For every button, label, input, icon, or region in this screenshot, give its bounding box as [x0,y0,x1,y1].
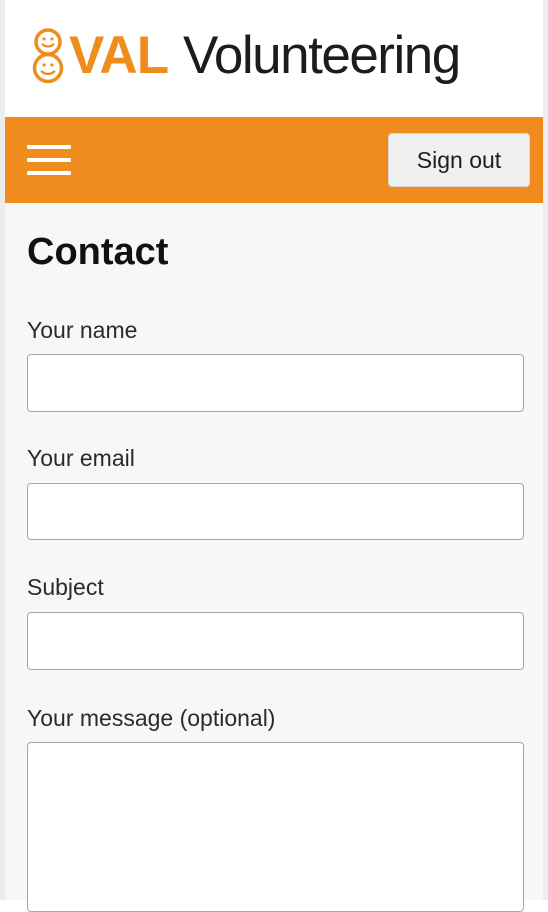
subject-input[interactable] [27,612,524,670]
message-textarea[interactable] [27,742,524,912]
logo-val-text: VAL [69,26,169,85]
subject-label: Subject [27,574,104,600]
smiley-faces-logo-icon [32,28,64,84]
header-logo-bar: VAL Volunteering [5,0,543,117]
hamburger-line [27,171,71,175]
hamburger-line [27,145,71,149]
message-label: Your message (optional) [27,705,276,731]
nav-bar: Sign out [5,117,543,203]
hamburger-line [27,158,71,162]
name-input[interactable] [27,354,524,412]
sign-out-button[interactable]: Sign out [388,133,530,187]
page-title: Contact [27,231,169,273]
logo-volunteering-text: Volunteering [183,26,461,85]
email-input[interactable] [27,483,524,540]
name-label: Your name [27,317,138,343]
hamburger-menu-icon[interactable] [27,145,71,175]
email-label: Your email [27,445,135,471]
